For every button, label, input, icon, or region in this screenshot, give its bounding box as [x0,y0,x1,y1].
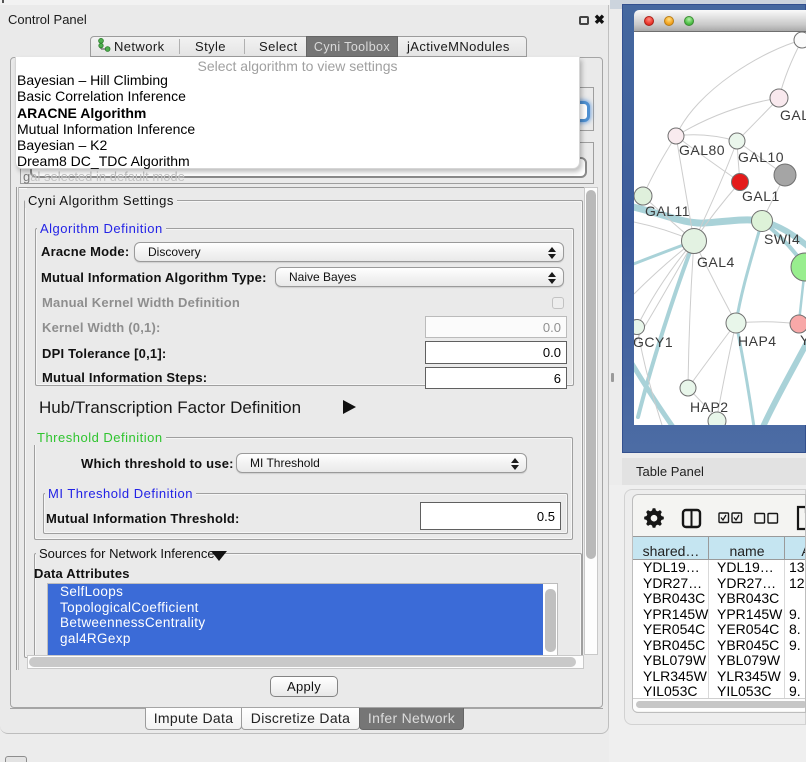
svg-text:SWI4: SWI4 [764,231,800,247]
svg-text:GAL11: GAL11 [645,203,690,219]
svg-text:HAP4: HAP4 [738,333,777,349]
svg-text:HAP2: HAP2 [690,399,729,415]
svg-text:GAL4: GAL4 [697,254,735,270]
svg-text:GAL1: GAL1 [742,188,780,204]
svg-text:GAL10: GAL10 [738,149,784,165]
svg-text:GAL: GAL [780,107,806,123]
svg-text:Y: Y [800,332,806,348]
svg-text:GAL80: GAL80 [679,142,725,158]
svg-text:GCY1: GCY1 [634,334,673,350]
